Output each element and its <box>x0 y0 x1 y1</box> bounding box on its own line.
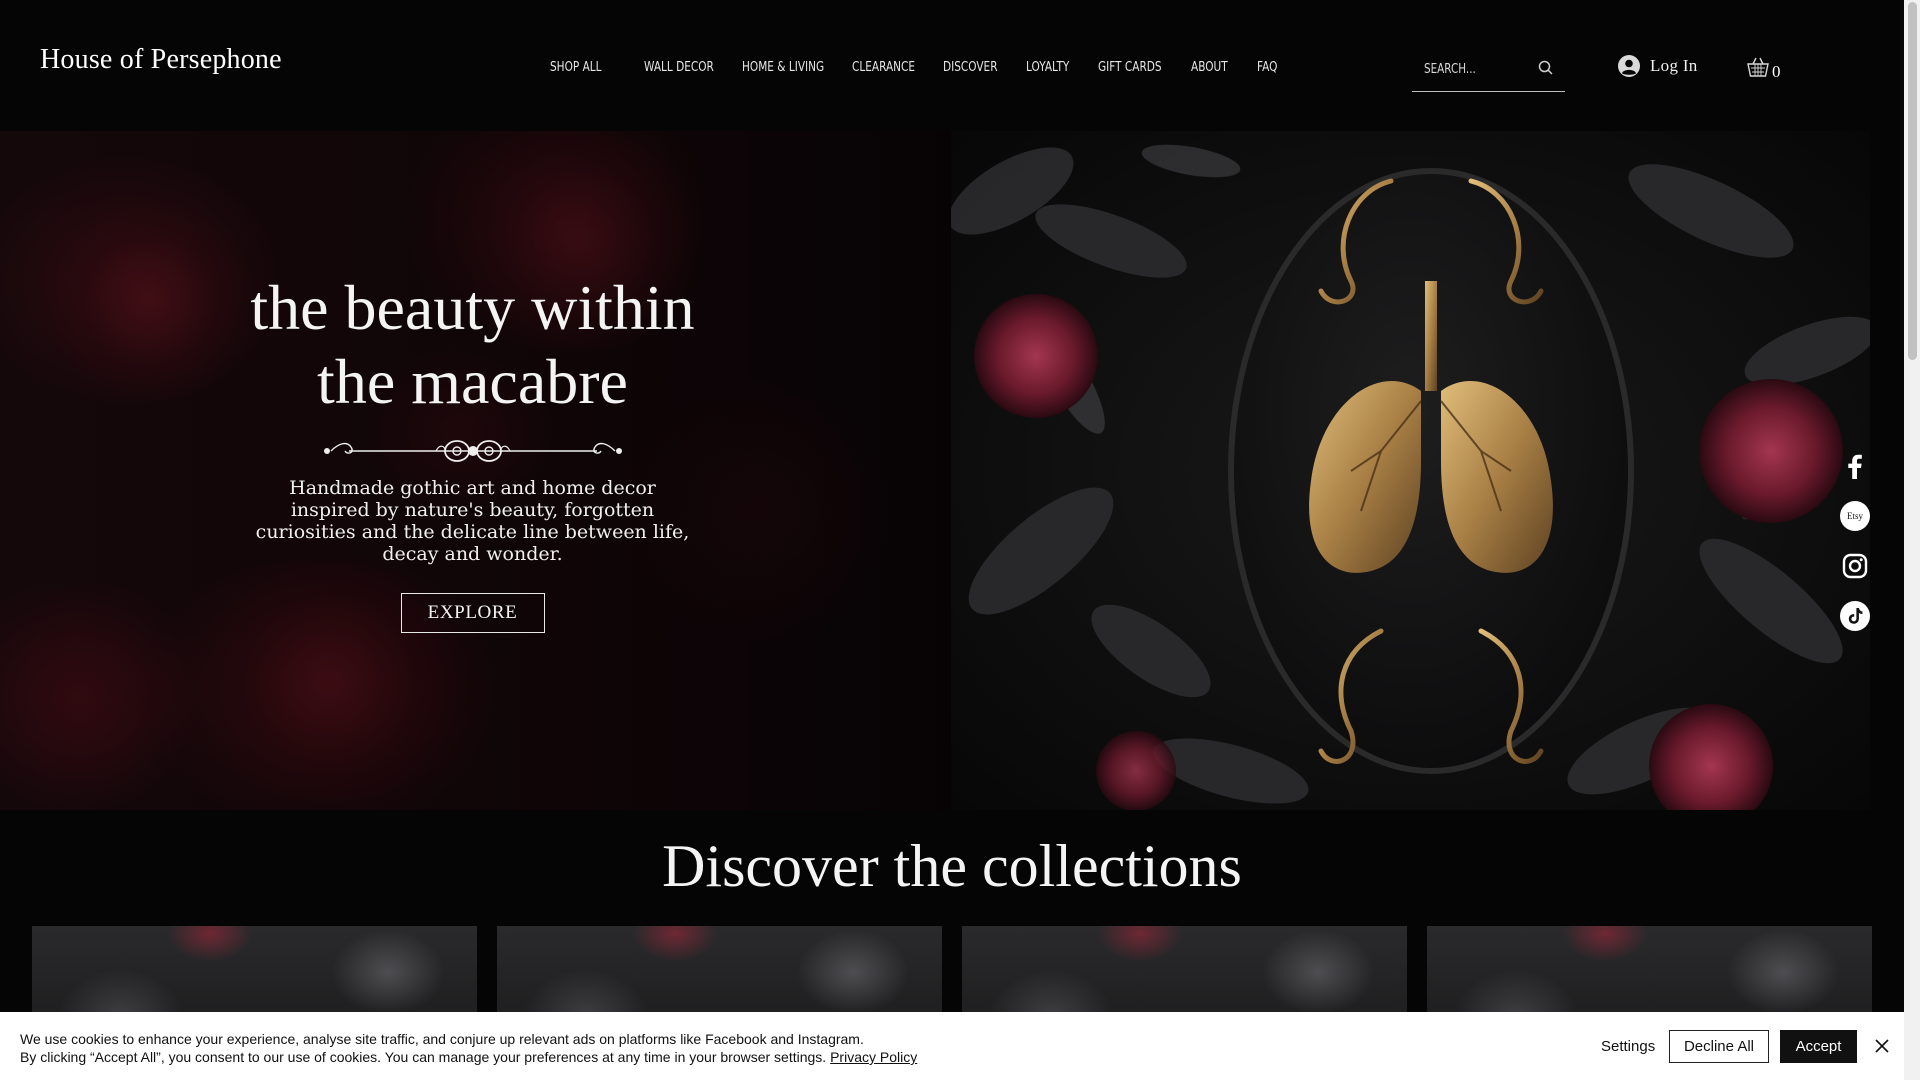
nav-about[interactable]: ABOUT <box>1191 59 1228 75</box>
nav-loyalty[interactable]: LOYALTY <box>1026 59 1069 75</box>
collections-heading: Discover the collections <box>662 833 1242 899</box>
nav-home-living[interactable]: HOME & LIVING <box>742 59 824 75</box>
hero-background-flowers: the beauty within the macabre Handmade g… <box>0 131 951 810</box>
etsy-label: Etsy <box>1847 511 1864 521</box>
hero-title-line2: the macabre <box>317 346 628 417</box>
cookie-settings-link[interactable]: Settings <box>1601 1038 1655 1055</box>
hero-title-line1: the beauty within <box>250 272 695 343</box>
instagram-icon[interactable] <box>1840 551 1870 581</box>
cookie-message-line1: We use cookies to enhance your experienc… <box>20 1031 864 1047</box>
cookie-message: We use cookies to enhance your experienc… <box>20 1030 917 1066</box>
nav-clearance[interactable]: CLEARANCE <box>852 59 915 75</box>
site-logo[interactable]: House of Persephone <box>40 44 282 76</box>
login-button[interactable]: Log In <box>1618 55 1698 77</box>
user-avatar-icon <box>1618 55 1640 77</box>
decline-all-button[interactable]: Decline All <box>1669 1030 1769 1063</box>
login-label: Log In <box>1650 56 1698 75</box>
close-icon[interactable] <box>1873 1037 1891 1055</box>
accept-button[interactable]: Accept <box>1780 1030 1857 1063</box>
tiktok-icon[interactable] <box>1840 601 1870 631</box>
hero-artwork-image <box>951 131 1870 810</box>
anatomical-lungs-plaque-image <box>951 131 1870 810</box>
cookie-banner: We use cookies to enhance your experienc… <box>0 1012 1904 1080</box>
hero-title: the beauty within the macabre <box>200 271 745 419</box>
facebook-icon[interactable] <box>1840 451 1870 481</box>
ornamental-divider-icon <box>323 440 622 462</box>
nav-gift-cards[interactable]: GIFT CARDS <box>1098 59 1162 75</box>
hero-subtitle: Handmade gothic art and home decor inspi… <box>255 477 690 565</box>
social-bar: Etsy <box>1840 451 1870 651</box>
cart-count: 0 <box>1772 62 1781 81</box>
hero-copy: the beauty within the macabre Handmade g… <box>200 271 745 633</box>
search-box <box>1412 52 1565 92</box>
etsy-icon[interactable]: Etsy <box>1840 501 1870 531</box>
page-scrollbar[interactable] <box>1904 0 1920 1080</box>
search-input[interactable] <box>1424 56 1512 82</box>
search-icon[interactable] <box>1537 59 1555 77</box>
cart-button[interactable]: 0 <box>1746 56 1781 81</box>
site-header: House of Persephone SHOP ALL WALL DECOR … <box>0 0 1904 131</box>
nav-discover[interactable]: DISCOVER <box>943 59 998 75</box>
nav-faq[interactable]: FAQ <box>1257 59 1277 75</box>
nav-shop-all[interactable]: SHOP ALL <box>550 59 602 75</box>
cookie-message-line2: By clicking “Accept All”, you consent to… <box>20 1048 917 1066</box>
privacy-policy-link[interactable]: Privacy Policy <box>830 1049 917 1065</box>
scrollbar-thumb[interactable] <box>1908 2 1917 360</box>
nav-wall-decor[interactable]: WALL DECOR <box>644 59 714 75</box>
explore-button[interactable]: EXPLORE <box>400 593 545 633</box>
cookie-message-line2-text: By clicking “Accept All”, you consent to… <box>20 1049 827 1065</box>
shopping-basket-icon <box>1747 57 1769 77</box>
